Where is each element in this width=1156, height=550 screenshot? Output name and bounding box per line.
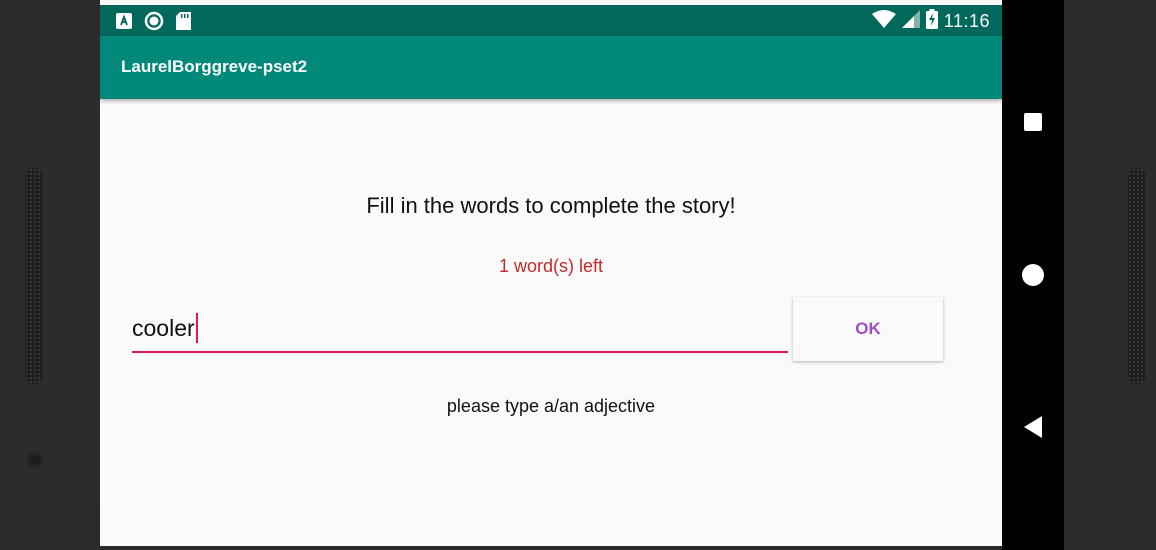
ok-button-label: OK	[855, 319, 881, 338]
status-time: 11:16	[943, 11, 990, 31]
navigation-bar	[1002, 0, 1064, 550]
cell-signal-icon	[901, 10, 920, 33]
phone-screen: 11:16 LaurelBorggreve-pset2 Fill in the …	[100, 0, 1002, 546]
speaker-grille-right	[1128, 168, 1146, 384]
text-cursor	[195, 313, 198, 343]
home-circle-icon[interactable]	[1020, 262, 1046, 288]
a-box-icon	[116, 13, 132, 34]
word-input-text: cooler	[132, 315, 195, 341]
sd-card-icon	[176, 12, 191, 35]
word-type-hint: please type a/an adjective	[446, 396, 656, 416]
wifi-icon	[871, 10, 896, 33]
status-bar: 11:16	[100, 5, 1002, 36]
app-title: LaurelBorggreve-pset2	[121, 57, 308, 76]
app-bar: LaurelBorggreve-pset2	[100, 36, 1002, 99]
device-frame: 11:16 LaurelBorggreve-pset2 Fill in the …	[0, 0, 1156, 550]
back-triangle-icon[interactable]	[1020, 414, 1046, 440]
status-system: 11:16	[871, 9, 990, 34]
word-input[interactable]: cooler	[132, 305, 788, 353]
recents-square-icon[interactable]	[1020, 109, 1046, 135]
status-notifications	[116, 11, 191, 36]
speaker-grille-left	[25, 168, 43, 384]
front-camera	[27, 452, 43, 468]
battery-charging-icon	[925, 9, 938, 34]
instruction-text: Fill in the words to complete the story!	[366, 193, 736, 218]
device-bezel-left	[0, 0, 100, 550]
record-icon	[144, 11, 164, 36]
ok-button[interactable]: OK	[793, 297, 943, 361]
word-input-value: cooler	[132, 313, 198, 343]
words-left-counter: 1 word(s) left	[498, 256, 604, 276]
